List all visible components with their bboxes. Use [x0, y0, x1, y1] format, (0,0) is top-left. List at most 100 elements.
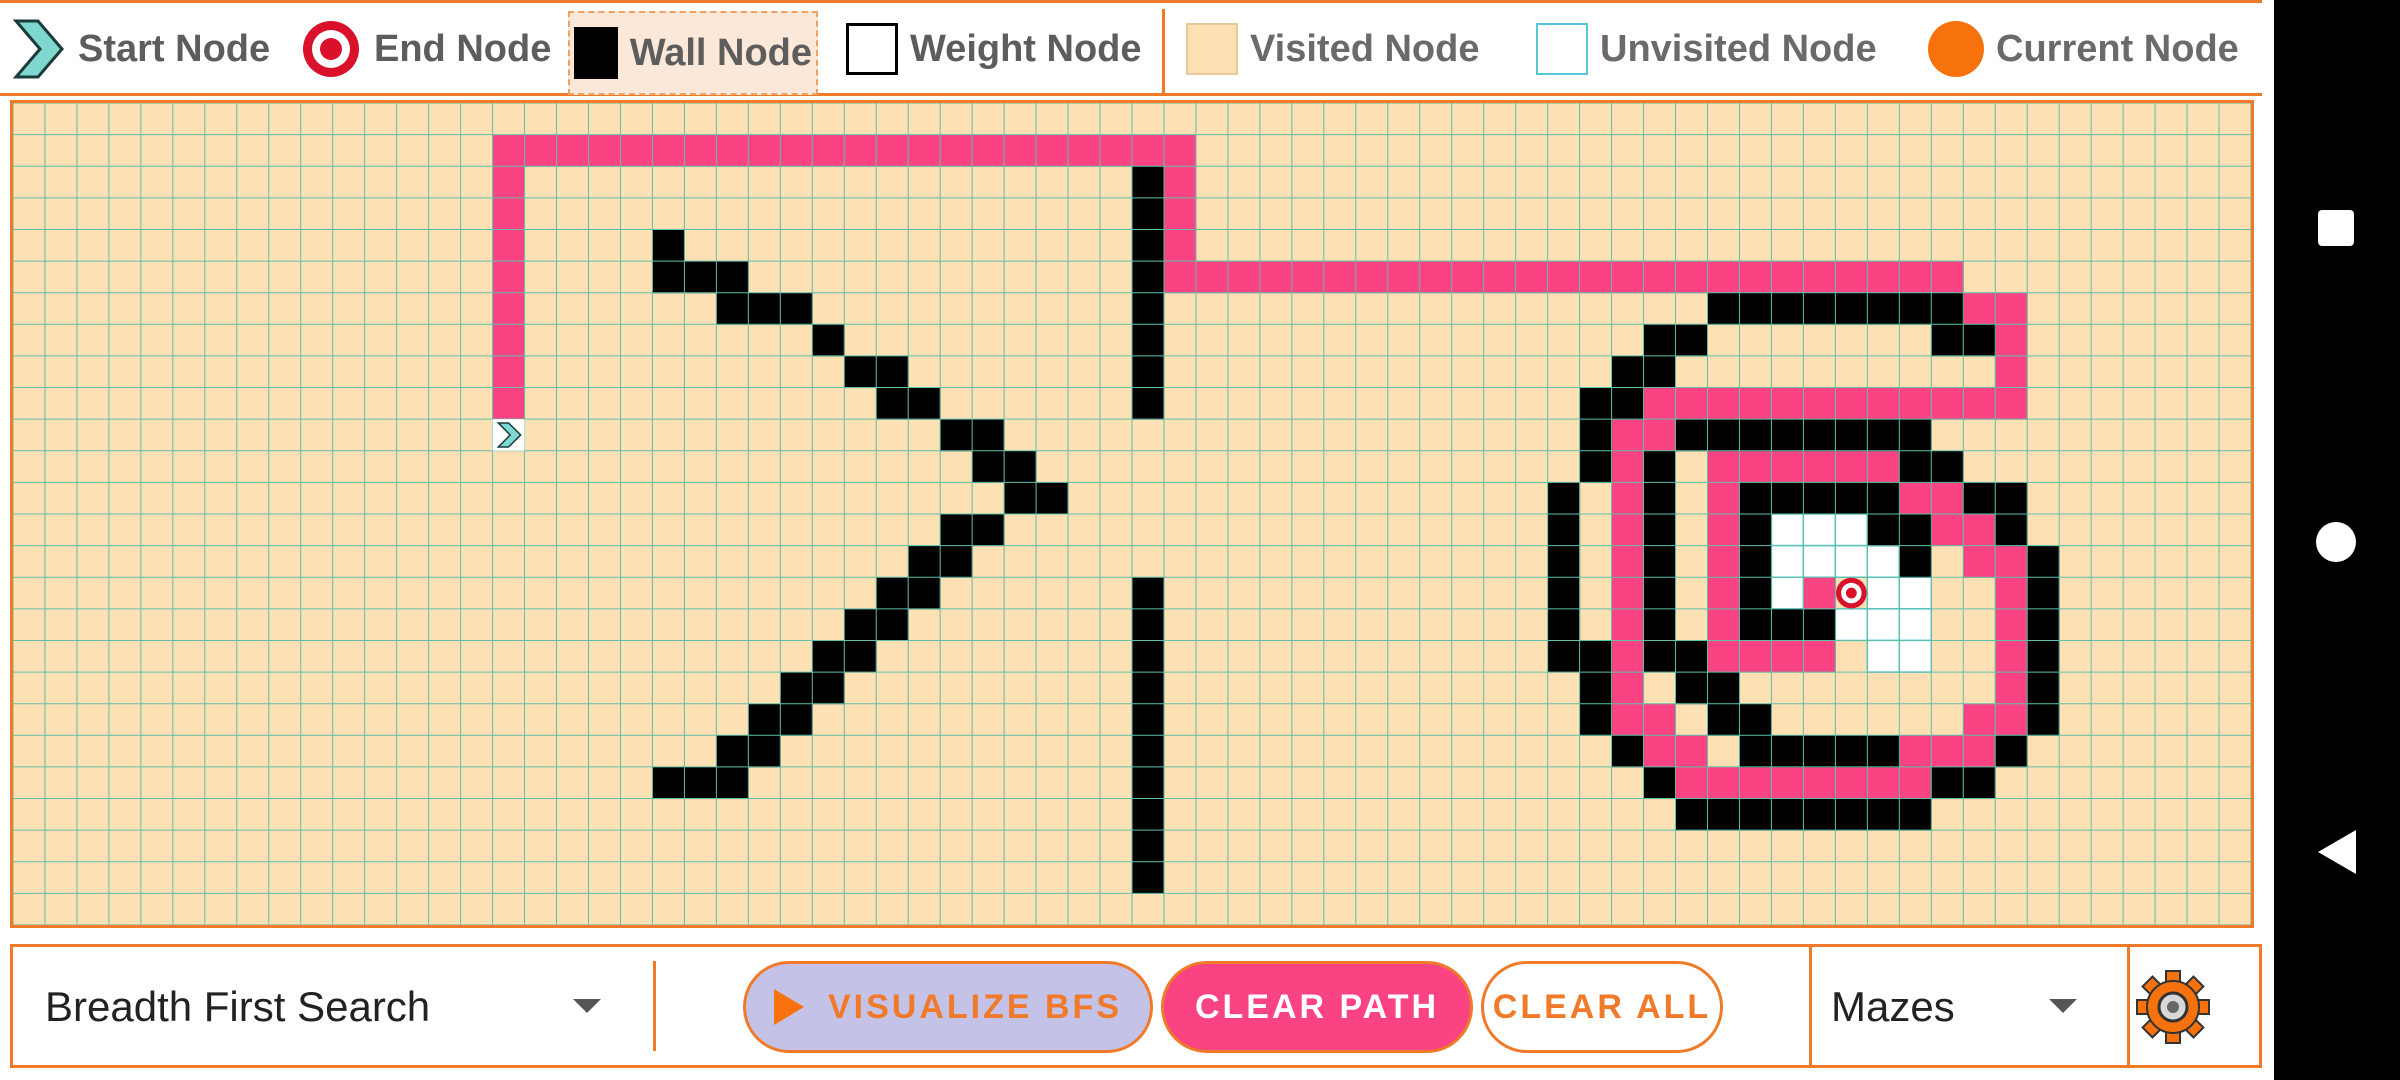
wall-cell[interactable]: [652, 229, 685, 262]
wall-cell[interactable]: [1643, 450, 1677, 483]
home-icon[interactable]: [2316, 522, 2356, 562]
wall-cell[interactable]: [1547, 640, 1581, 673]
path-cell[interactable]: [1963, 735, 1996, 768]
unvisited-cell[interactable]: [1866, 608, 1901, 642]
wall-cell[interactable]: [940, 419, 973, 452]
wall-cell[interactable]: [1867, 419, 1900, 452]
wall-cell[interactable]: [1867, 482, 1900, 515]
wall-cell[interactable]: [1771, 292, 1804, 325]
path-cell[interactable]: [1867, 766, 1900, 800]
unvisited-cell[interactable]: [1866, 576, 1901, 610]
path-cell[interactable]: [1643, 387, 1677, 420]
wall-cell[interactable]: [1803, 292, 1836, 325]
path-cell[interactable]: [1675, 261, 1708, 294]
path-cell[interactable]: [1707, 766, 1740, 800]
wall-cell[interactable]: [2027, 608, 2060, 641]
path-cell[interactable]: [1355, 261, 1389, 294]
wall-cell[interactable]: [1547, 608, 1581, 641]
path-cell[interactable]: [748, 134, 781, 167]
path-cell[interactable]: [1707, 514, 1740, 547]
path-cell[interactable]: [1771, 450, 1804, 483]
path-cell[interactable]: [1803, 766, 1836, 800]
unvisited-cell[interactable]: [1802, 513, 1837, 547]
wall-cell[interactable]: [1739, 798, 1772, 831]
wall-cell[interactable]: [812, 324, 845, 357]
wall-cell[interactable]: [1579, 640, 1613, 673]
wall-cell[interactable]: [1931, 292, 1964, 325]
wall-cell[interactable]: [1132, 292, 1165, 325]
wall-cell[interactable]: [684, 766, 717, 800]
path-cell[interactable]: [1771, 387, 1804, 420]
pathfinding-grid[interactable]: [10, 100, 2254, 928]
path-cell[interactable]: [1707, 387, 1740, 420]
wall-cell[interactable]: [2027, 545, 2060, 578]
wall-cell[interactable]: [1547, 514, 1581, 547]
wall-cell[interactable]: [2027, 640, 2060, 673]
wall-cell[interactable]: [1739, 292, 1772, 325]
path-cell[interactable]: [1643, 419, 1677, 452]
wall-cell[interactable]: [780, 292, 813, 325]
wall-cell[interactable]: [1132, 387, 1165, 420]
wall-cell[interactable]: [1963, 324, 1996, 357]
path-cell[interactable]: [1739, 387, 1772, 420]
path-cell[interactable]: [1803, 577, 1836, 610]
path-cell[interactable]: [1195, 261, 1229, 294]
algorithm-select[interactable]: Breadth First Search: [13, 947, 653, 1065]
wall-cell[interactable]: [908, 545, 941, 578]
wall-cell[interactable]: [1899, 450, 1932, 483]
wall-cell[interactable]: [1835, 419, 1868, 452]
wall-cell[interactable]: [1739, 577, 1772, 610]
path-cell[interactable]: [1995, 292, 2028, 325]
wall-cell[interactable]: [1675, 419, 1708, 452]
wall-cell[interactable]: [780, 703, 813, 736]
wall-cell[interactable]: [716, 766, 749, 800]
wall-cell[interactable]: [1132, 166, 1165, 199]
path-cell[interactable]: [1515, 261, 1549, 294]
wall-cell[interactable]: [780, 672, 813, 705]
wall-cell[interactable]: [1931, 766, 1964, 800]
path-cell[interactable]: [588, 134, 621, 167]
wall-cell[interactable]: [812, 640, 845, 673]
legend-start[interactable]: Start Node: [10, 17, 270, 81]
path-cell[interactable]: [1995, 355, 2028, 389]
wall-cell[interactable]: [1132, 355, 1165, 389]
path-cell[interactable]: [1963, 387, 1996, 420]
unvisited-cell[interactable]: [1834, 513, 1869, 547]
path-cell[interactable]: [1899, 482, 1932, 515]
unvisited-cell[interactable]: [1770, 576, 1805, 610]
path-cell[interactable]: [1611, 608, 1645, 641]
path-cell[interactable]: [1803, 450, 1836, 483]
path-cell[interactable]: [1931, 387, 1964, 420]
wall-cell[interactable]: [1707, 672, 1740, 705]
path-cell[interactable]: [1963, 545, 1996, 578]
wall-cell[interactable]: [1132, 229, 1165, 262]
path-cell[interactable]: [1995, 608, 2028, 641]
path-cell[interactable]: [1771, 766, 1804, 800]
path-cell[interactable]: [492, 229, 526, 262]
path-cell[interactable]: [812, 134, 845, 167]
wall-cell[interactable]: [1675, 324, 1708, 357]
wall-cell[interactable]: [844, 640, 877, 673]
path-cell[interactable]: [1803, 387, 1836, 420]
unvisited-cell[interactable]: [1898, 639, 1933, 673]
wall-cell[interactable]: [1579, 703, 1613, 736]
wall-cell[interactable]: [2027, 703, 2060, 736]
path-cell[interactable]: [1835, 766, 1868, 800]
wall-cell[interactable]: [1132, 672, 1165, 705]
path-cell[interactable]: [1611, 514, 1645, 547]
path-cell[interactable]: [908, 134, 941, 167]
wall-cell[interactable]: [1995, 514, 2028, 547]
wall-cell[interactable]: [972, 419, 1005, 452]
path-cell[interactable]: [1291, 261, 1325, 294]
wall-cell[interactable]: [716, 292, 749, 325]
wall-cell[interactable]: [1739, 735, 1772, 768]
wall-cell[interactable]: [1867, 292, 1900, 325]
path-cell[interactable]: [1995, 387, 2028, 420]
wall-cell[interactable]: [1835, 482, 1868, 515]
wall-cell[interactable]: [684, 261, 717, 294]
wall-cell[interactable]: [1547, 577, 1581, 610]
path-cell[interactable]: [1611, 703, 1645, 736]
wall-cell[interactable]: [1963, 482, 1996, 515]
wall-cell[interactable]: [1867, 735, 1900, 768]
unvisited-cell[interactable]: [1866, 544, 1901, 578]
